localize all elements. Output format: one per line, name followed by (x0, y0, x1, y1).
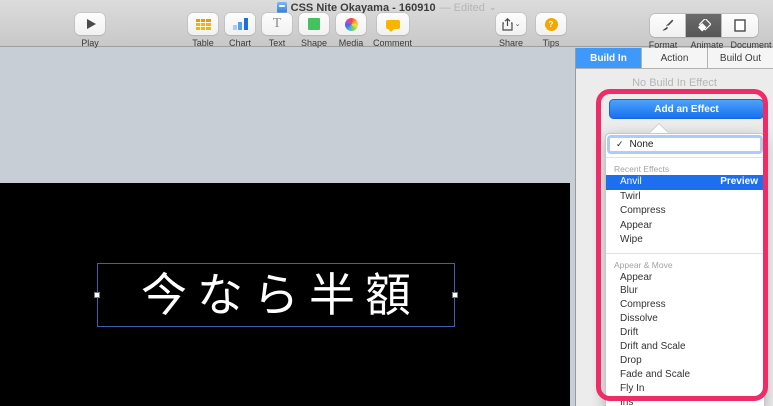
popover-divider (606, 252, 764, 254)
text-button[interactable]: T (262, 13, 292, 35)
slide-canvas[interactable] (0, 48, 575, 406)
title-chevron-down-icon[interactable]: ⌄ (489, 2, 497, 13)
share-chevron-down-icon: ⌄ (514, 21, 521, 28)
format-brush-icon (662, 19, 674, 31)
document-label: Document (730, 40, 772, 50)
chart-label: Chart (228, 38, 251, 48)
effect-option-appear[interactable]: Appear (606, 271, 764, 285)
document-button[interactable] (722, 14, 758, 37)
animate-button[interactable] (686, 14, 722, 37)
table-button[interactable] (188, 13, 218, 35)
effect-option-compress-recent[interactable]: Compress (606, 204, 764, 219)
build-tabbar: Build In Action Build Out (576, 48, 773, 69)
tips-label: Tips (542, 38, 560, 48)
comment-label: Comment (373, 38, 413, 48)
selected-textbox[interactable]: 今なら半額 (97, 263, 455, 327)
animate-sidebar: Build In Action Build Out No Build In Ef… (575, 48, 773, 406)
keynote-document-icon (276, 2, 287, 13)
recent-effects-header: Recent Effects (614, 164, 670, 174)
animate-label: Animate (690, 40, 724, 50)
play-icon (86, 19, 96, 29)
selection-handle-left[interactable] (94, 292, 100, 298)
checkmark-icon: ✓ (616, 139, 624, 149)
format-label: Format (648, 40, 678, 50)
table-label: Table (192, 38, 214, 48)
effect-option-wipe[interactable]: Wipe (606, 233, 764, 248)
chart-icon (232, 18, 248, 30)
format-button[interactable] (650, 14, 686, 37)
share-icon (501, 17, 513, 31)
add-effect-button[interactable]: Add an Effect (609, 99, 764, 119)
chart-button[interactable] (225, 13, 255, 35)
tips-question-icon: ? (544, 17, 558, 31)
effect-option-dissolve[interactable]: Dissolve (606, 312, 764, 326)
play-button[interactable] (75, 13, 105, 35)
comment-button[interactable] (376, 13, 409, 35)
effect-option-drop[interactable]: Drop (606, 354, 764, 368)
play-label: Play (81, 38, 99, 48)
share-button[interactable]: ⌄ (496, 13, 526, 35)
text-icon: T (272, 16, 282, 31)
effect-label: Anvil (620, 176, 642, 187)
tips-button[interactable]: ? (536, 13, 566, 35)
tab-build-in[interactable]: Build In (576, 48, 642, 68)
effect-option-appear-recent[interactable]: Appear (606, 219, 764, 234)
effect-option-drift[interactable]: Drift (606, 326, 764, 340)
effect-option-none[interactable]: ✓ None (609, 137, 761, 152)
edited-status: — Edited (439, 1, 485, 14)
effect-option-fly-in[interactable]: Fly In (606, 382, 764, 396)
shape-icon (308, 18, 320, 30)
media-button[interactable] (336, 13, 366, 35)
media-icon (344, 17, 358, 31)
popover-divider (606, 157, 764, 158)
slide-text: 今なら半額 (141, 269, 421, 321)
effects-popover: ✓ None Recent Effects Anvil Preview Twir… (605, 133, 765, 406)
shape-button[interactable] (299, 13, 329, 35)
appear-move-header: Appear & Move (614, 259, 673, 270)
toolbar: CSS Nite Okayama - 160910 — Edited ⌄ Pla… (0, 0, 773, 50)
tab-action[interactable]: Action (642, 48, 708, 68)
tab-build-out[interactable]: Build Out (708, 48, 773, 68)
effect-option-iris[interactable]: Iris (606, 396, 764, 406)
effect-option-anvil[interactable]: Anvil Preview (606, 175, 764, 190)
effect-option-compress[interactable]: Compress (606, 298, 764, 312)
table-icon (195, 18, 211, 30)
text-label: Text (268, 38, 286, 48)
comment-icon (385, 19, 400, 32)
selection-handle-right[interactable] (452, 292, 458, 298)
panel-switcher (650, 14, 758, 37)
effect-option-drift-and-scale[interactable]: Drift and Scale (606, 340, 764, 354)
document-page-icon (734, 19, 746, 32)
shape-label: Shape (300, 38, 328, 48)
preview-button[interactable]: Preview (720, 175, 758, 190)
effect-option-twirl[interactable]: Twirl (606, 190, 764, 205)
popover-arrow (650, 124, 668, 133)
media-label: Media (338, 38, 364, 48)
document-title: CSS Nite Okayama - 160910 (290, 1, 436, 14)
panel-switcher-labels: Format Animate Document (641, 40, 773, 50)
share-label: Share (498, 38, 524, 48)
effect-option-blur[interactable]: Blur (606, 284, 764, 298)
no-effect-message: No Build In Effect (632, 77, 717, 89)
none-label: None (629, 139, 654, 150)
effect-option-fade-and-scale[interactable]: Fade and Scale (606, 368, 764, 382)
animate-diamond-icon (697, 18, 711, 31)
